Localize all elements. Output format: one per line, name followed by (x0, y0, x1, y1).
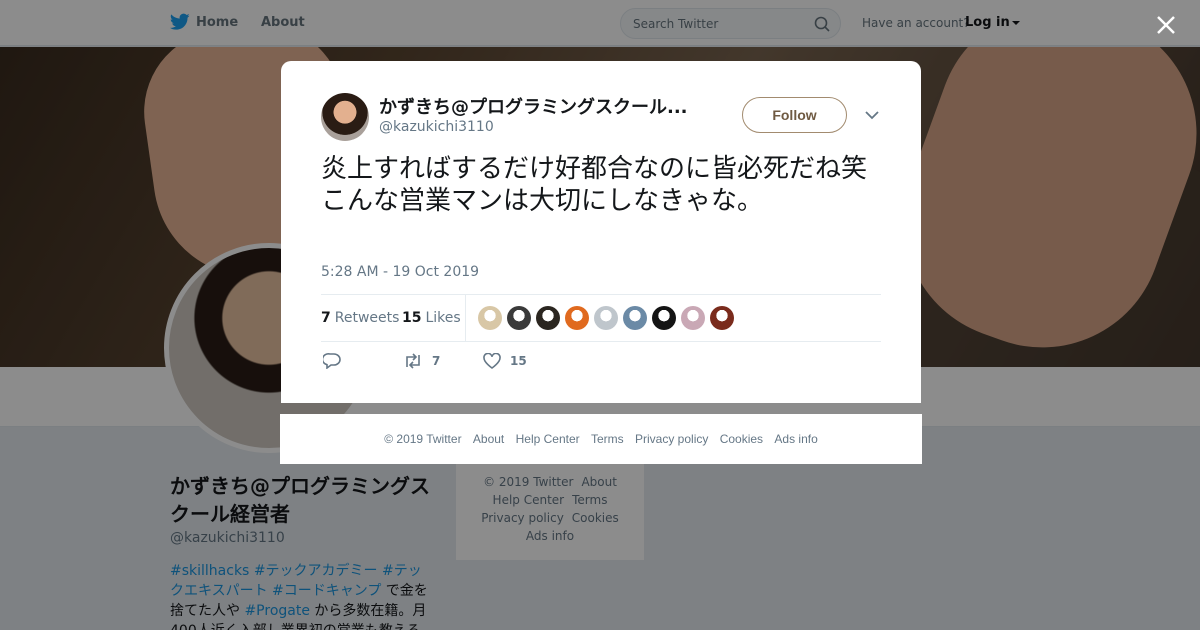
footer-link[interactable]: About (473, 432, 504, 446)
footer-link[interactable]: Cookies (720, 432, 763, 446)
likes-label: Likes (425, 310, 461, 326)
footer-link[interactable]: Terms (591, 432, 624, 446)
footer-link[interactable]: © 2019 Twitter (384, 432, 461, 446)
reply-button[interactable] (323, 353, 341, 369)
liker-avatar[interactable] (478, 306, 502, 330)
modal-footer: © 2019 Twitter About Help Center Terms P… (280, 414, 922, 464)
chevron-down-icon[interactable] (865, 110, 879, 120)
reply-icon (323, 353, 341, 369)
liker-avatar[interactable] (710, 306, 734, 330)
avatar[interactable] (321, 93, 369, 141)
footer-link[interactable]: Ads info (774, 432, 817, 446)
like-count: 15 (510, 354, 527, 368)
likes-stat[interactable]: 15 Likes (402, 310, 461, 326)
retweet-count: 7 (432, 354, 441, 368)
tweet-author-handle[interactable]: @kazukichi3110 (379, 119, 494, 135)
tweet-text: 炎上すればするだけ好都合なのに皆必死だね笑 こんな営業マンは大切にしなきゃな。 (321, 154, 868, 216)
liker-avatar[interactable] (507, 306, 531, 330)
retweets-count: 7 (321, 310, 331, 326)
liker-avatar[interactable] (565, 306, 589, 330)
close-icon[interactable] (1153, 12, 1179, 38)
tweet-stats: 7 Retweets 15 Likes (321, 294, 881, 342)
retweets-stat[interactable]: 7 Retweets (321, 310, 399, 326)
liker-avatar[interactable] (594, 306, 618, 330)
stats-divider (465, 295, 466, 341)
retweet-icon (406, 353, 420, 369)
liker-avatar[interactable] (623, 306, 647, 330)
tweet-author-name[interactable]: かずきち@プログラミングスクール... (379, 93, 699, 119)
follow-button[interactable]: Follow (742, 97, 847, 133)
tweet-modal: かずきち@プログラミングスクール... @kazukichi3110 Follo… (281, 61, 921, 403)
liker-avatar[interactable] (652, 306, 676, 330)
like-button[interactable]: 15 (483, 353, 527, 369)
footer-link[interactable]: Help Center (516, 432, 580, 446)
retweets-label: Retweets (334, 310, 400, 326)
retweet-button[interactable]: 7 (403, 353, 440, 369)
likes-count: 15 (402, 310, 422, 326)
tweet-actions: 7 15 (321, 353, 881, 373)
liker-avatar[interactable] (536, 306, 560, 330)
footer-link[interactable]: Privacy policy (635, 432, 708, 446)
liker-avatar[interactable] (681, 306, 705, 330)
heart-icon (483, 353, 501, 369)
likers-avatars (478, 306, 734, 330)
tweet-timestamp[interactable]: 5:28 AM - 19 Oct 2019 (321, 264, 479, 280)
